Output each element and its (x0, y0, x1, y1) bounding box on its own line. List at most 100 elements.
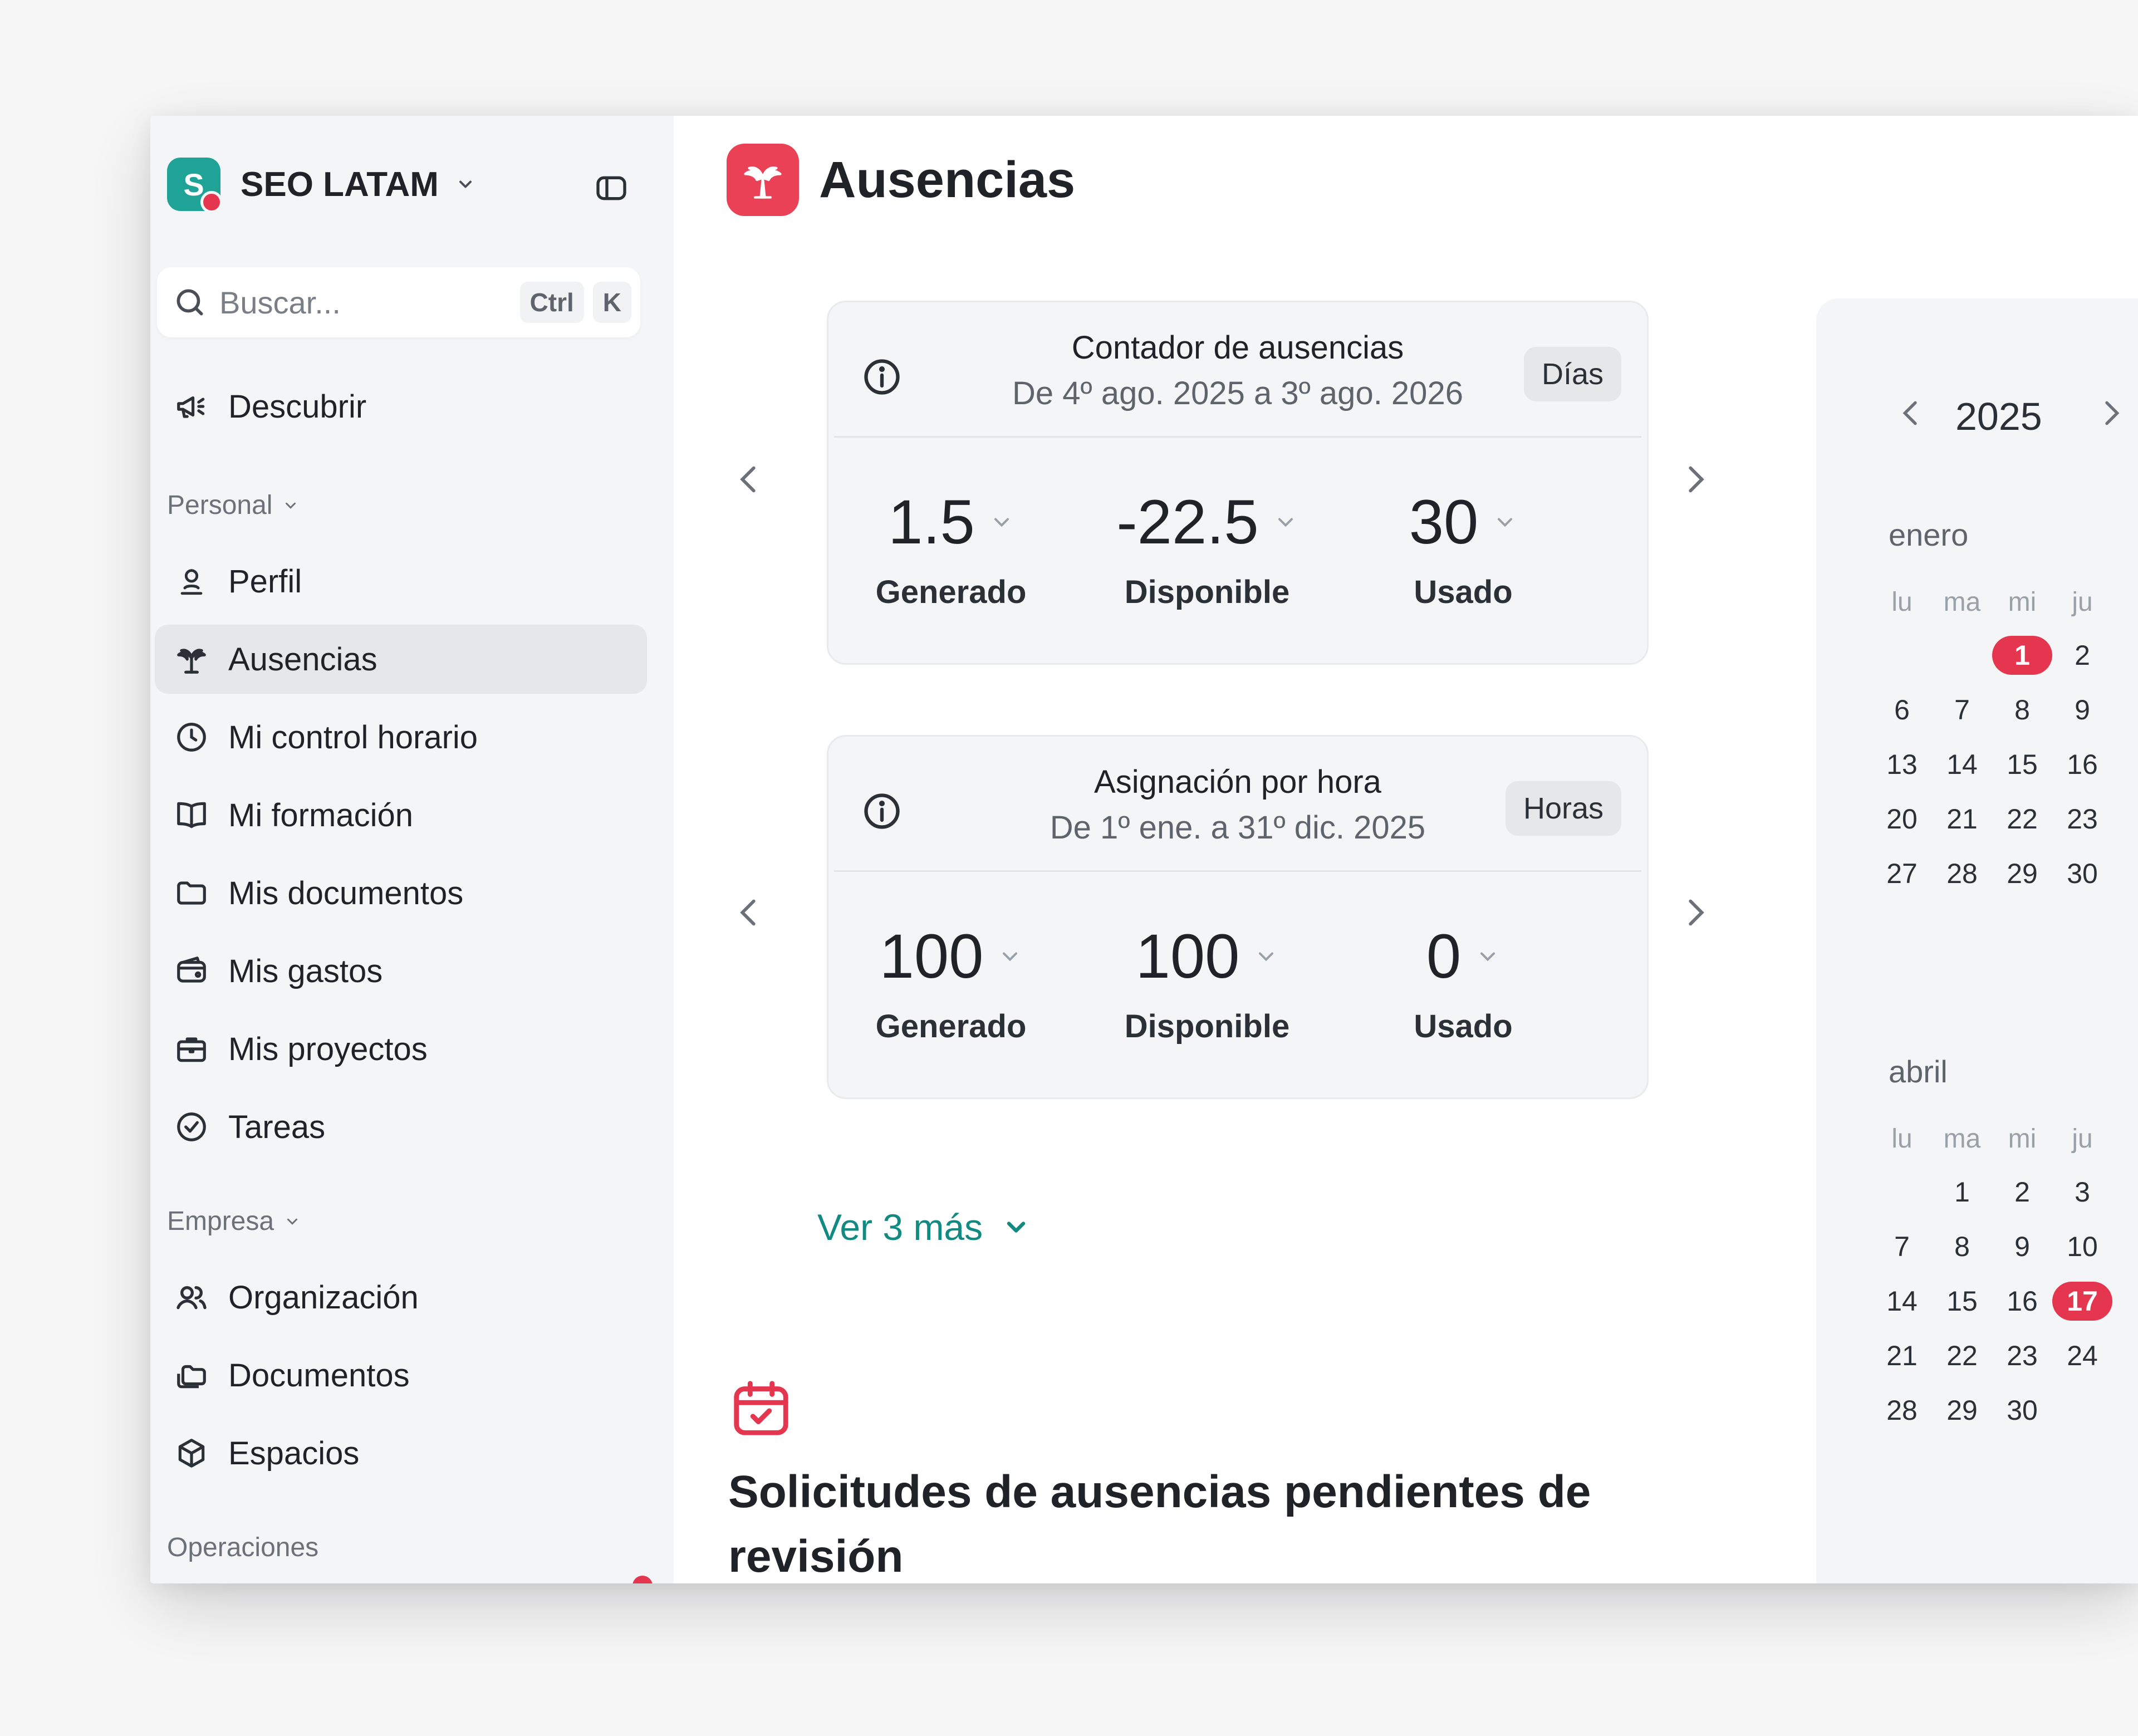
calendar-day[interactable]: 24 (2052, 1336, 2112, 1375)
chevron-right-icon[interactable] (1676, 893, 1715, 932)
absence-counter-card: Contador de ausencias De 4º ago. 2025 a … (827, 301, 1649, 665)
stat-used[interactable]: 30 Usado (1341, 486, 1586, 611)
calendar-day[interactable]: 2 (1992, 1173, 2052, 1212)
calendar-day[interactable]: 23 (1992, 1336, 2052, 1375)
sidebar-item-mis-proyectos[interactable]: Mis proyectos (155, 1014, 647, 1083)
chevron-right-icon[interactable] (1676, 460, 1715, 499)
chevron-left-icon[interactable] (729, 893, 768, 932)
month-label: abril (1889, 1054, 1948, 1089)
calendar-day[interactable]: 1 (1932, 1173, 1992, 1212)
weekday-header: lu (1891, 1124, 1913, 1154)
calendar-day[interactable]: 6 (1872, 690, 1932, 729)
section-operaciones[interactable]: Operaciones (167, 1532, 318, 1563)
stat-value: 100 (1135, 921, 1240, 991)
sidebar: S SEO LATAM Buscar... Ctrl K Descubrir P… (150, 116, 674, 1583)
calendar-day[interactable]: 8 (1992, 690, 2052, 729)
megaphone-icon (171, 389, 212, 424)
stat-value: 100 (879, 921, 984, 991)
sidebar-item-label: Tareas (228, 1109, 326, 1145)
calendar-day[interactable]: 7 (1872, 1227, 1932, 1266)
calendar-day[interactable]: 8 (1932, 1227, 1992, 1266)
sidebar-item-perfil[interactable]: Perfil (155, 547, 647, 616)
calendar-day[interactable]: 20 (1872, 800, 1932, 838)
chevron-left-icon[interactable] (729, 460, 768, 499)
sidebar-item-ausencias[interactable]: Ausencias (155, 625, 647, 694)
sidebar-item-espacios[interactable]: Espacios (155, 1419, 647, 1488)
calendar-day[interactable]: 9 (1992, 1227, 2052, 1266)
stat-value: 30 (1409, 487, 1479, 557)
year-label: 2025 (1955, 395, 2042, 438)
section-empresa[interactable]: Empresa (167, 1206, 301, 1237)
sidebar-item-organizacion[interactable]: Organización (155, 1263, 647, 1332)
year-calendar: 2025 enero lu ma mi ju 1 2 6 7 8 9 13 14 15 16 20 21 22 23… (1816, 298, 2138, 1583)
calendar-day[interactable]: 2 (2052, 636, 2112, 675)
calendar-day[interactable]: 23 (2052, 800, 2112, 838)
stat-label: Usado (1414, 574, 1513, 610)
calendar-day[interactable]: 10 (2052, 1227, 2112, 1266)
calendar-day[interactable]: 21 (1872, 1336, 1932, 1375)
calendar-day[interactable]: 14 (1872, 1282, 1932, 1321)
chevron-right-icon[interactable] (2093, 395, 2129, 431)
year-selector: 2025 (1816, 382, 2138, 449)
page-title: Ausencias (819, 151, 1076, 208)
sidebar-item-descubrir[interactable]: Descubrir (155, 372, 647, 441)
unit-badge: Horas (1505, 781, 1621, 836)
calendar-day-highlighted[interactable]: 1 (1992, 636, 2052, 675)
unit-badge: Días (1523, 347, 1621, 401)
calendar-day[interactable]: 29 (1932, 1391, 1992, 1430)
calendar-day[interactable]: 22 (1992, 800, 2052, 838)
calendar-day[interactable]: 21 (1932, 800, 1992, 838)
chevron-left-icon[interactable] (1893, 395, 1929, 431)
pending-requests-title: Solicitudes de ausencias pendientes de r… (728, 1467, 1591, 1582)
chevron-down-icon (1480, 952, 1495, 961)
sidebar-item-mis-documentos[interactable]: Mis documentos (155, 859, 647, 928)
calendar-day[interactable]: 27 (1872, 854, 1932, 893)
sidebar-item-documentos[interactable]: Documentos (155, 1341, 647, 1410)
workspace-switcher[interactable]: S SEO LATAM (167, 154, 651, 215)
palm-tree-icon (727, 144, 799, 216)
calendar-day[interactable]: 30 (2052, 854, 2112, 893)
stat-generated[interactable]: 100 Generado (828, 920, 1073, 1045)
sidebar-item-control-horario[interactable]: Mi control horario (155, 703, 647, 772)
search-input[interactable]: Buscar... Ctrl K (157, 267, 640, 337)
stat-available[interactable]: 100 Disponible (1085, 920, 1330, 1045)
stat-label: Generado (875, 1008, 1027, 1044)
stat-used[interactable]: 0 Usado (1341, 920, 1586, 1045)
stat-label: Usado (1414, 1008, 1513, 1044)
calendar-day[interactable]: 30 (1992, 1391, 2052, 1430)
calendar-day[interactable]: 9 (2052, 690, 2112, 729)
calendar-day[interactable]: 3 (2052, 1173, 2112, 1212)
calendar-day[interactable]: 28 (1872, 1391, 1932, 1430)
calendar-day[interactable]: 7 (1932, 690, 1992, 729)
sidebar-item-mis-gastos[interactable]: Mis gastos (155, 936, 647, 1006)
book-icon (171, 798, 212, 832)
calendar-day[interactable]: 16 (1992, 1282, 2052, 1321)
chevron-down-icon (1007, 1222, 1026, 1233)
stat-available[interactable]: -22.5 Disponible (1085, 486, 1330, 611)
sidebar-item-tareas[interactable]: Tareas (155, 1092, 647, 1161)
weekday-header: mi (2008, 1124, 2037, 1154)
calendar-day[interactable]: 22 (1932, 1336, 1992, 1375)
calendar-day[interactable]: 15 (1992, 745, 2052, 784)
notification-dot (200, 191, 223, 213)
calendar-day[interactable]: 29 (1992, 854, 2052, 893)
shortcut-ctrl: Ctrl (519, 282, 584, 323)
briefcase-icon (171, 1032, 212, 1066)
notification-dot (632, 1576, 653, 1583)
stat-generated[interactable]: 1.5 Generado (828, 486, 1073, 611)
sidebar-toggle-icon[interactable] (594, 170, 629, 206)
calendar-day-highlighted[interactable]: 17 (2052, 1282, 2112, 1321)
show-more-link[interactable]: Ver 3 más (817, 1206, 1031, 1248)
sidebar-item-label: Mis documentos (228, 875, 464, 911)
calendar-day[interactable]: 15 (1932, 1282, 1992, 1321)
sidebar-item-formacion[interactable]: Mi formación (155, 781, 647, 850)
calendar-day[interactable]: 13 (1872, 745, 1932, 784)
chevron-down-icon (1278, 517, 1293, 527)
sidebar-item-label: Organización (228, 1279, 419, 1316)
sidebar-item-label: Mi control horario (228, 719, 478, 756)
calendar-day[interactable]: 14 (1932, 745, 1992, 784)
calendar-day[interactable]: 16 (2052, 745, 2112, 784)
calendar-day[interactable]: 28 (1932, 854, 1992, 893)
section-personal[interactable]: Personal (167, 490, 299, 521)
sidebar-item-label: Mi formación (228, 797, 413, 833)
